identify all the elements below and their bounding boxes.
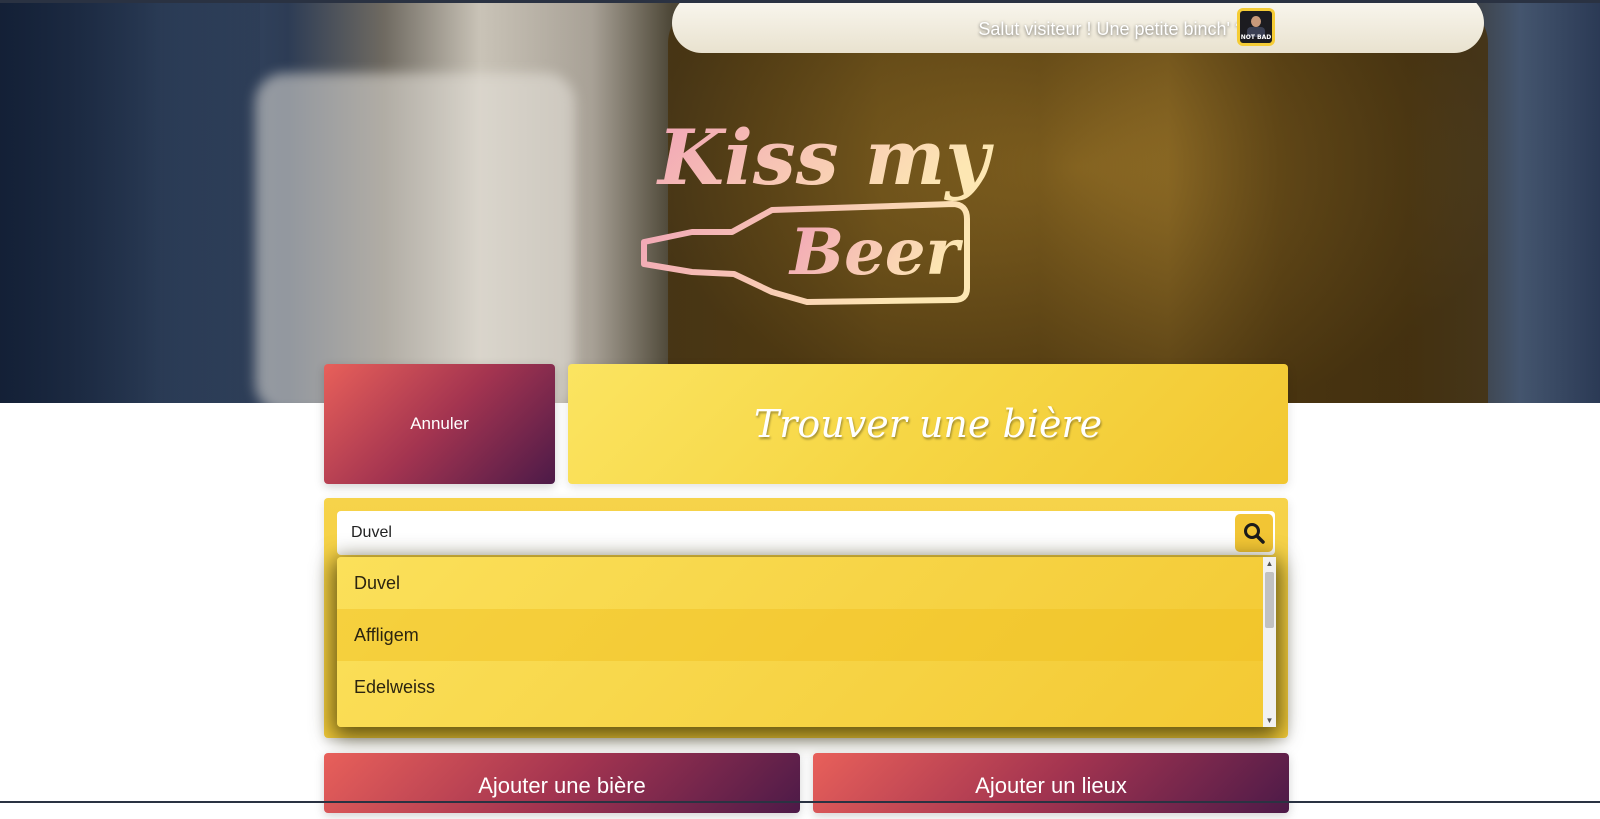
add-beer-button[interactable]: Ajouter une bière xyxy=(324,753,800,813)
avatar-image: NOT BAD xyxy=(1240,11,1272,43)
suggestion-item[interactable]: Duvel xyxy=(337,557,1276,609)
user-avatar[interactable]: NOT BAD xyxy=(1237,8,1275,46)
logo-line1: Kiss my xyxy=(656,113,994,202)
scroll-up-icon[interactable]: ▲ xyxy=(1263,557,1276,570)
cancel-button[interactable]: Annuler xyxy=(324,364,555,484)
find-beer-title-text: Trouver une bière xyxy=(753,402,1103,446)
suggestion-item[interactable]: Affligem xyxy=(337,609,1276,661)
search-input[interactable] xyxy=(337,511,1237,555)
search-button[interactable] xyxy=(1235,514,1273,552)
suggestion-list: Duvel Affligem Edelweiss xyxy=(337,557,1276,727)
bottle-label-image xyxy=(255,73,575,403)
add-place-button[interactable]: Ajouter un lieux xyxy=(813,753,1289,813)
scroll-down-icon[interactable]: ▼ xyxy=(1263,714,1276,727)
greeting-text: Salut visiteur ! Une petite binch' ? xyxy=(978,19,1245,39)
kiss-my-beer-logo: Kiss my Beer xyxy=(641,113,994,305)
logo-line2: Beer xyxy=(788,215,964,290)
scroll-thumb[interactable] xyxy=(1265,572,1274,628)
suggestion-scrollbar[interactable]: ▲ ▼ xyxy=(1263,557,1276,727)
find-beer-title: Trouver une bière xyxy=(568,364,1288,484)
avatar-caption: NOT BAD xyxy=(1240,34,1272,41)
suggestion-item[interactable]: Edelweiss xyxy=(337,661,1276,713)
search-icon xyxy=(1244,523,1265,544)
